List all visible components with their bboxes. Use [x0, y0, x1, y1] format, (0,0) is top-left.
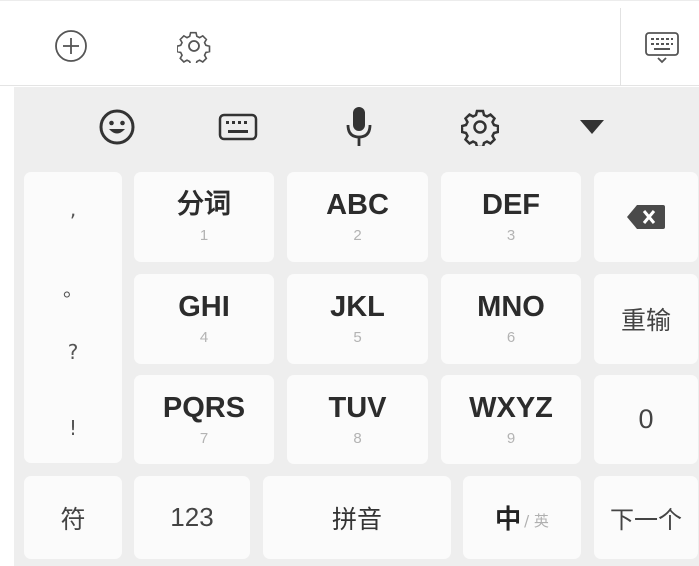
key-6-mno[interactable]: MNO 6 — [441, 274, 581, 364]
key-label: JKL — [330, 291, 385, 323]
key-number: 9 — [506, 429, 516, 447]
key-label: DEF — [482, 189, 540, 221]
pinyin-label: 拼音 — [331, 504, 382, 534]
top-toolbar — [0, 0, 699, 86]
add-icon[interactable] — [53, 28, 89, 64]
key-number: 4 — [199, 329, 209, 346]
key-1-fenci[interactable]: 分词 1 — [134, 172, 274, 262]
key-label: TUV — [328, 391, 387, 424]
key-number: 2 — [353, 227, 362, 244]
key-label: GHI — [178, 291, 230, 323]
smiley-icon[interactable] — [96, 106, 138, 148]
numbers-key[interactable]: 123 — [134, 476, 250, 559]
zero-label: 0 — [638, 404, 654, 434]
key-number: 5 — [353, 329, 362, 346]
reenter-key[interactable]: 重输 — [594, 274, 698, 364]
key-label: PQRS — [162, 391, 246, 424]
key-4-ghi[interactable]: GHI 4 — [134, 274, 274, 364]
keyboard-icon[interactable] — [216, 108, 260, 146]
lang-main-label: 中 — [495, 505, 522, 535]
space-pinyin-key[interactable]: 拼音 — [263, 476, 451, 559]
gear-icon[interactable] — [176, 28, 212, 64]
next-label: 下一个 — [610, 506, 682, 534]
key-3-def[interactable]: DEF 3 — [441, 172, 581, 262]
next-key[interactable]: 下一个 — [594, 476, 698, 559]
key-7-pqrs[interactable]: PQRS 7 — [134, 375, 274, 464]
key-9-wxyz[interactable]: WXYZ 9 — [441, 375, 581, 464]
punctuation-key[interactable]: , — [24, 197, 122, 221]
backspace-icon — [627, 205, 665, 229]
key-2-abc[interactable]: ABC 2 — [287, 172, 428, 262]
key-label: 分词 — [177, 189, 231, 220]
reenter-label: 重输 — [620, 306, 671, 335]
key-8-tuv[interactable]: TUV 8 — [287, 375, 428, 464]
key-number: 7 — [199, 429, 209, 447]
collapse-triangle-icon[interactable] — [576, 114, 608, 140]
delete-key[interactable] — [594, 172, 698, 262]
toolbar-divider — [620, 8, 621, 86]
key-number: 6 — [506, 329, 516, 346]
key-number: 3 — [506, 227, 516, 244]
zero-key[interactable]: 0 — [594, 375, 698, 464]
microphone-icon[interactable] — [342, 104, 376, 150]
punctuation-key[interactable]: 。 — [24, 273, 122, 302]
symbols-label: 符 — [60, 504, 86, 534]
key-number: 1 — [199, 227, 209, 244]
lang-alt-label: / 英 — [524, 512, 549, 530]
key-number: 8 — [353, 429, 362, 447]
numbers-label: 123 — [170, 502, 214, 532]
punctuation-key[interactable]: ! — [24, 416, 122, 440]
language-switch-key[interactable]: 中 / 英 — [463, 476, 581, 559]
gear-icon[interactable] — [460, 107, 500, 147]
keyboard-down-icon[interactable] — [642, 27, 682, 67]
punctuation-key[interactable]: ? — [24, 340, 122, 364]
key-label: WXYZ — [469, 391, 553, 424]
key-5-jkl[interactable]: JKL 5 — [287, 274, 428, 364]
symbols-key[interactable]: 符 — [24, 476, 122, 559]
key-label: ABC — [326, 189, 389, 221]
key-label: MNO — [477, 291, 545, 323]
